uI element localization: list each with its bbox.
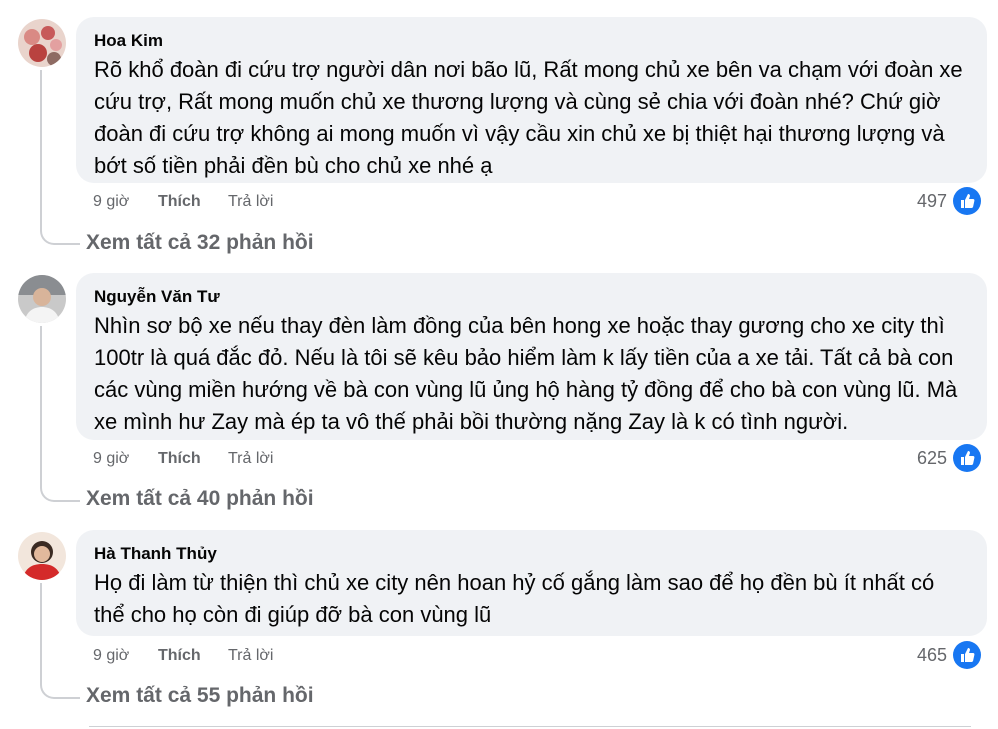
thread-connector xyxy=(40,70,80,245)
comment-bubble: Nguyễn Văn Tư Nhìn sơ bộ xe nếu thay đèn… xyxy=(76,273,987,440)
reaction-count: 497 xyxy=(916,191,947,211)
thread-connector xyxy=(40,326,80,502)
comment-text: Nhìn sơ bộ xe nếu thay đèn làm đồng của … xyxy=(94,313,958,434)
thread-connector xyxy=(40,583,80,699)
comment-bubble: Hoa Kim Rõ khổ đoàn đi cứu trợ người dân… xyxy=(76,17,987,183)
divider xyxy=(89,726,971,727)
like-thumbs-up-icon xyxy=(953,641,981,669)
reaction-summary[interactable]: 497 xyxy=(901,187,981,215)
reaction-count: 625 xyxy=(916,448,947,468)
comment-time[interactable]: 9 giờ xyxy=(93,645,129,667)
like-button[interactable]: Thích xyxy=(158,448,201,470)
like-button[interactable]: Thích xyxy=(158,191,201,213)
comment-text: Rõ khổ đoàn đi cứu trợ người dân nơi bão… xyxy=(94,57,963,178)
view-replies-link[interactable]: Xem tất cả 55 phản hồi xyxy=(86,684,314,708)
view-replies-link[interactable]: Xem tất cả 40 phản hồi xyxy=(86,487,314,511)
view-replies-link[interactable]: Xem tất cả 32 phản hồi xyxy=(86,231,314,255)
like-button[interactable]: Thích xyxy=(158,645,201,667)
reaction-count: 465 xyxy=(916,645,947,665)
comment-author[interactable]: Hà Thanh Thủy xyxy=(94,543,969,565)
comment-time[interactable]: 9 giờ xyxy=(93,448,129,470)
comment-bubble: Hà Thanh Thủy Họ đi làm từ thiện thì chủ… xyxy=(76,530,987,636)
reaction-summary[interactable]: 465 xyxy=(901,641,981,669)
like-thumbs-up-icon xyxy=(953,187,981,215)
reply-button[interactable]: Trả lời xyxy=(228,448,273,470)
reply-button[interactable]: Trả lời xyxy=(228,645,273,667)
like-thumbs-up-icon xyxy=(953,444,981,472)
comment-time[interactable]: 9 giờ xyxy=(93,191,129,213)
reaction-summary[interactable]: 625 xyxy=(901,444,981,472)
avatar[interactable] xyxy=(18,19,66,67)
avatar[interactable] xyxy=(18,275,66,323)
comment-author[interactable]: Nguyễn Văn Tư xyxy=(94,286,969,308)
reply-button[interactable]: Trả lời xyxy=(228,191,273,213)
comment-author[interactable]: Hoa Kim xyxy=(94,30,969,52)
avatar[interactable] xyxy=(18,532,66,580)
comment-text: Họ đi làm từ thiện thì chủ xe city nên h… xyxy=(94,570,935,627)
